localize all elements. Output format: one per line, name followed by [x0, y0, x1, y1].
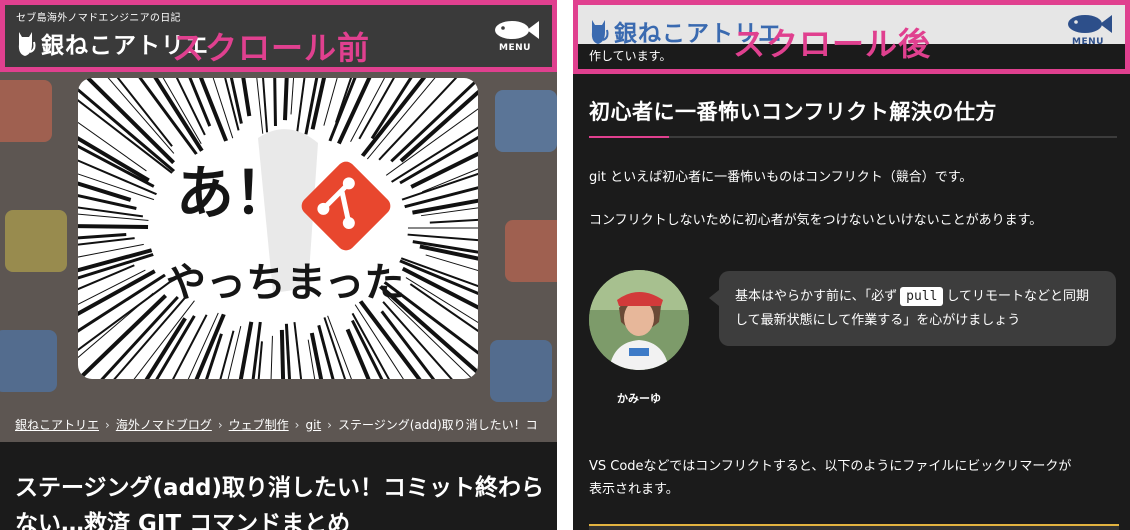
before-scroll-panel: セブ島海外ノマドエンジニアの日記 銀ねこアトリエ スクロール前 MENU あ！ …: [0, 0, 557, 530]
avatar-illustration: [589, 270, 689, 370]
hero-text-line2: やっちまった: [166, 259, 404, 306]
bubble-text-before: 基本はやらかす前に、「必ず: [735, 289, 898, 304]
speed-line: [198, 78, 231, 147]
speech-bubble-tail: [709, 290, 719, 306]
speed-line: [402, 186, 478, 209]
speed-line: [85, 78, 175, 165]
avatar-name: かみーゆ: [617, 392, 661, 405]
chevron-right-icon: ›: [294, 417, 300, 432]
site-header: セブ島海外ノマドエンジニアの日記 銀ねこアトリエ スクロール前 MENU: [0, 0, 557, 72]
bg-tile: [5, 210, 67, 272]
breadcrumb: 銀ねこアトリエ › 海外ノマドブログ › ウェブ制作 › git › ステージン…: [15, 416, 538, 433]
speed-line: [410, 151, 478, 189]
breadcrumb-current: ステージング(add)取り消したい！コ: [337, 418, 538, 432]
speed-line: [78, 194, 137, 210]
fish-menu-icon: [495, 21, 539, 39]
speed-line: [262, 78, 269, 133]
bg-tile: [490, 340, 552, 402]
menu-button[interactable]: MENU: [1058, 13, 1118, 47]
speed-line: [78, 224, 159, 230]
menu-label: MENU: [499, 43, 531, 53]
speed-line: [425, 254, 478, 272]
cat-logo-icon: [591, 20, 609, 44]
bg-tile: [505, 220, 557, 282]
heading-underline-accent: [589, 136, 669, 138]
breadcrumb-item-git[interactable]: git: [305, 418, 321, 432]
speed-line: [273, 78, 277, 127]
after-scroll-panel: 作しています。 銀ねこアトリエ スクロール後 MENU 初心者に一番怖いコンフリ…: [573, 0, 1130, 530]
chevron-right-icon: ›: [105, 417, 110, 432]
menu-button[interactable]: MENU: [485, 19, 545, 53]
inline-code: pull: [900, 287, 944, 306]
menu-label: MENU: [1072, 37, 1104, 47]
code-block-edge: [589, 524, 1119, 530]
cat-logo-icon: [18, 32, 36, 56]
breadcrumb-item-nomad-blog[interactable]: 海外ノマドブログ: [116, 416, 212, 433]
site-tagline: セブ島海外ノマドエンジニアの日記: [16, 13, 181, 24]
site-header-scrolled: 銀ねこアトリエ スクロール後 MENU: [573, 0, 1130, 74]
speed-line: [429, 218, 478, 224]
chevron-right-icon: ›: [217, 417, 223, 432]
bg-tile: [0, 330, 57, 392]
paragraph: コンフリクトしないために初心者が気をつけないといけないことがあります。: [589, 213, 1043, 228]
speed-line: [78, 87, 176, 173]
fish-menu-icon: [1068, 15, 1112, 33]
speed-line: [78, 181, 132, 202]
scroll-after-label: スクロール後: [733, 25, 932, 63]
hero-text-line1: あ！: [176, 159, 292, 227]
breadcrumb-item-home[interactable]: 銀ねこアトリエ: [15, 416, 99, 433]
speed-line: [256, 78, 264, 139]
breadcrumb-item-web[interactable]: ウェブ制作: [229, 416, 289, 433]
hero-image: あ！ やっちまった: [78, 78, 478, 379]
paragraph: VS Codeなどではコンフリクトすると、以下のようにファイルにビックリマークが: [589, 459, 1072, 474]
bg-tile: [495, 90, 557, 152]
speech-bubble: 基本はやらかす前に、「必ず pull してリモートなどと同期して最新状態にして作業す…: [719, 271, 1116, 346]
chevron-right-icon: ›: [327, 417, 332, 432]
speed-line: [78, 144, 155, 188]
avatar: [589, 270, 689, 370]
speed-line: [270, 335, 273, 379]
paragraph: 表示されます。: [589, 482, 679, 497]
bg-tile: [0, 80, 52, 142]
paragraph: git といえば初心者に一番怖いものはコンフリクト（競合）です。: [589, 170, 973, 185]
section-heading: 初心者に一番怖いコンフリクト解決の仕方: [589, 100, 997, 124]
article-title: ステージング(add)取り消したい！コミット終わらない…救済 GIT コマンドま…: [15, 475, 545, 530]
speed-lines-illustration: あ！ やっちまった: [78, 78, 478, 379]
scroll-before-label: スクロール前: [172, 29, 371, 67]
